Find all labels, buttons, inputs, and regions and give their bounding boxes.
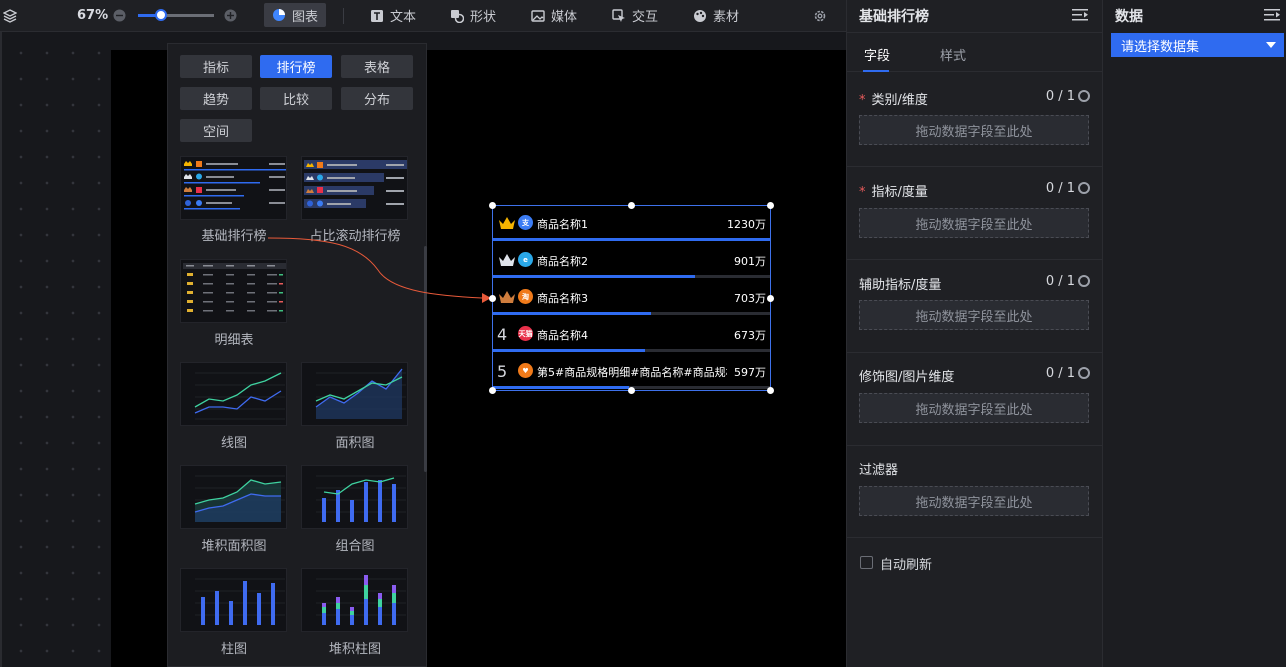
rank-number-5: 5 xyxy=(497,362,508,381)
section-count: 0 / 1 xyxy=(1045,366,1075,381)
data-panel: 数据 请选择数据集 xyxy=(1102,0,1286,667)
section-count: 0 / 1 xyxy=(1045,89,1075,104)
ranking-row: ♥ 第5#商品规格明细#商品名称#商品规格明细# 597万 xyxy=(493,354,770,391)
section-count: 0 / 1 xyxy=(1045,181,1075,196)
properties-tabs: 字段 样式 xyxy=(847,32,1103,72)
auto-refresh-checkbox[interactable] xyxy=(860,556,873,569)
required-marker: * xyxy=(859,93,866,108)
dataset-select[interactable]: 请选择数据集 xyxy=(1111,33,1284,57)
tab-fields[interactable]: 字段 xyxy=(864,45,890,64)
resize-handle-br[interactable] xyxy=(767,387,774,394)
resize-handle-bl[interactable] xyxy=(489,387,496,394)
item-name: 商品名称1 xyxy=(537,218,588,231)
collapse-menu-icon[interactable] xyxy=(1072,8,1088,22)
brand-logo-icon: e xyxy=(518,252,533,267)
ranking-row: 天猫 商品名称4 673万 xyxy=(493,317,770,354)
section-count: 0 / 1 xyxy=(1045,274,1075,289)
item-name: 第5#商品规格明细#商品名称#商品规格明细# xyxy=(537,366,727,379)
resize-handle-tr[interactable] xyxy=(767,202,774,209)
drop-zone-aux-metric[interactable]: 拖动数据字段至此处 xyxy=(859,300,1089,330)
section-aux-metric: 辅助指标/度量 0 / 1 拖动数据字段至此处 xyxy=(847,260,1103,353)
item-value: 1230万 xyxy=(727,218,766,231)
progress-fill xyxy=(493,386,629,389)
progress-track xyxy=(493,238,770,241)
drop-zone-category[interactable]: 拖动数据字段至此处 xyxy=(859,115,1089,145)
section-metric-measure: * 指标/度量 0 / 1 拖动数据字段至此处 xyxy=(847,167,1103,260)
section-filter: 过滤器 拖动数据字段至此处 xyxy=(847,446,1103,538)
brand-logo-icon: 支 xyxy=(518,215,533,230)
properties-title: 基础排行榜 xyxy=(859,9,929,25)
item-name: 商品名称3 xyxy=(537,292,588,305)
gold-crown-icon xyxy=(499,217,515,229)
resize-handle-t[interactable] xyxy=(628,202,635,209)
silver-crown-icon xyxy=(499,254,515,266)
ranking-widget[interactable]: 支商品名称1 1230万 e 商品名称2 901万淘商品名称3 703万天猫 商品名称4 67… xyxy=(489,202,774,394)
section-gear-icon[interactable] xyxy=(1078,90,1090,102)
auto-refresh-label: 自动刷新 xyxy=(880,558,933,573)
ranking-row: 淘商品名称3 703万 xyxy=(493,280,770,317)
ranking-row: e 商品名称2 901万 xyxy=(493,243,770,280)
section-category-dimension: * 类别/维度 0 / 1 拖动数据字段至此处 xyxy=(847,73,1103,167)
item-value: 703万 xyxy=(734,292,766,305)
required-marker: * xyxy=(859,185,866,200)
properties-panel: 基础排行榜 字段 样式 * 类别/维度 0 / 1 拖动数据字段至此处 * 指标/度… xyxy=(846,0,1103,667)
brand-logo-icon: ♥ xyxy=(518,363,533,378)
section-gear-icon[interactable] xyxy=(1078,367,1090,379)
ranking-row: 支商品名称1 1230万 xyxy=(493,206,770,243)
item-name: 商品名称2 xyxy=(537,255,588,268)
brand-logo-icon: 天猫 xyxy=(518,326,533,341)
section-gear-icon[interactable] xyxy=(1078,275,1090,287)
data-panel-title: 数据 xyxy=(1115,9,1143,25)
bronze-crown-icon xyxy=(499,291,515,303)
tab-style[interactable]: 样式 xyxy=(940,45,966,64)
active-tab-indicator xyxy=(863,70,889,72)
progress-fill xyxy=(493,275,696,278)
drop-zone-filter[interactable]: 拖动数据字段至此处 xyxy=(859,486,1089,516)
progress-fill xyxy=(493,349,646,352)
resize-handle-tl[interactable] xyxy=(489,202,496,209)
section-decoration-image: 修饰图/图片维度 0 / 1 拖动数据字段至此处 xyxy=(847,353,1103,446)
progress-track xyxy=(493,275,770,278)
item-name: 商品名称4 xyxy=(537,329,588,342)
progress-track xyxy=(493,349,770,352)
item-value: 673万 xyxy=(734,329,766,342)
progress-fill xyxy=(493,238,770,241)
resize-handle-r[interactable] xyxy=(767,295,774,302)
item-value: 901万 xyxy=(734,255,766,268)
drop-zone-metric[interactable]: 拖动数据字段至此处 xyxy=(859,208,1089,238)
rank-number-4: 4 xyxy=(497,325,508,344)
item-value: 597万 xyxy=(734,366,766,379)
resize-handle-l[interactable] xyxy=(489,295,496,302)
collapse-menu-icon[interactable] xyxy=(1264,8,1280,22)
drop-zone-decoration[interactable]: 拖动数据字段至此处 xyxy=(859,393,1089,423)
progress-track xyxy=(493,312,770,315)
chevron-down-icon xyxy=(1266,42,1276,48)
brand-logo-icon: 淘 xyxy=(518,289,533,304)
section-gear-icon[interactable] xyxy=(1078,182,1090,194)
progress-fill xyxy=(493,312,651,315)
resize-handle-b[interactable] xyxy=(628,387,635,394)
